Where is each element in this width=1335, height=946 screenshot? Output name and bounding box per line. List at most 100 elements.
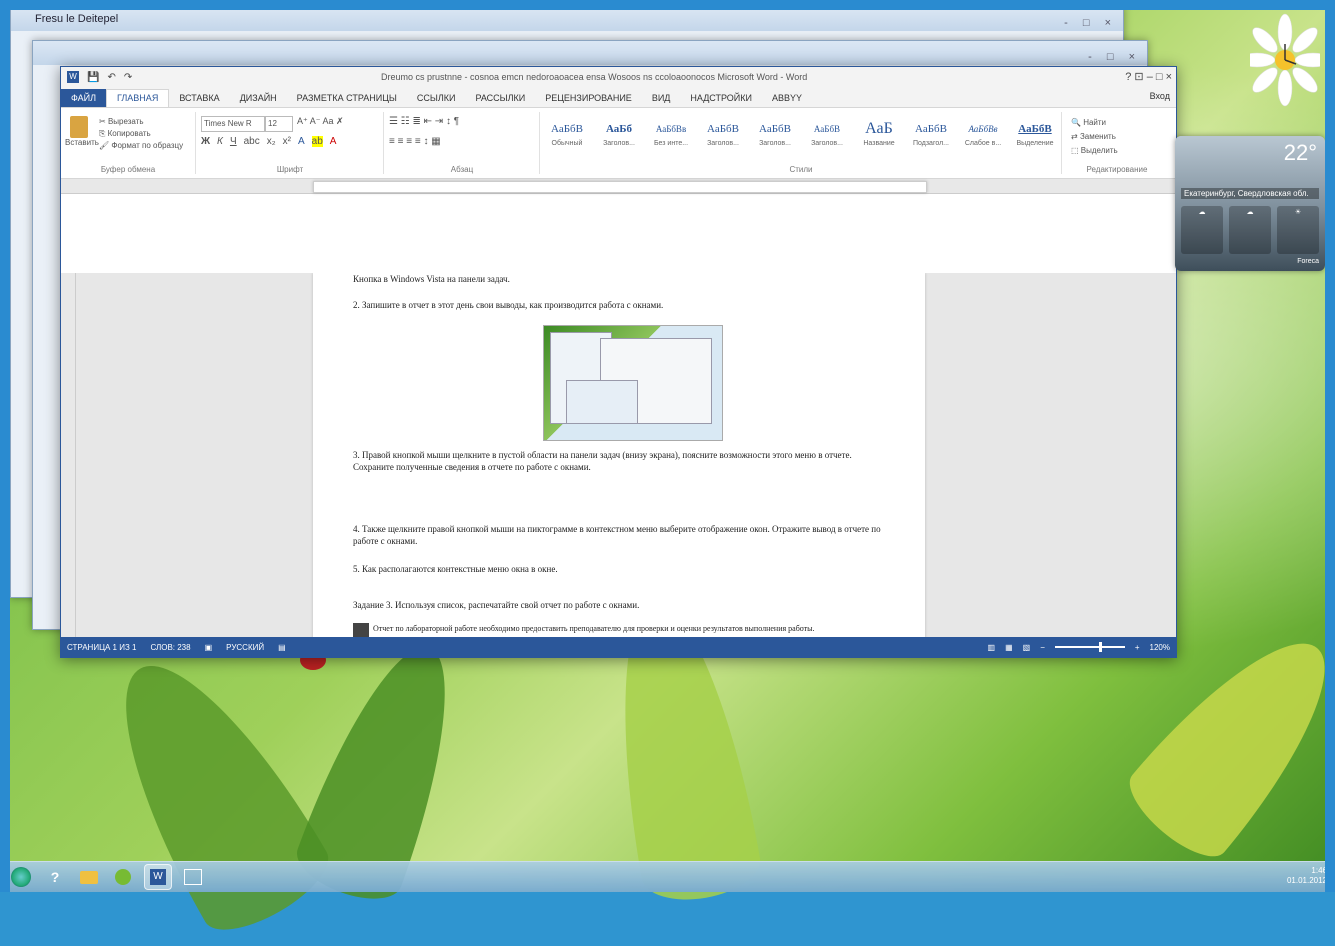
clock-gadget[interactable] (1238, 12, 1332, 108)
word-titlebar[interactable]: W 💾 ↶ ↷ Dreumo cs prustnne - cosnoa emcn… (61, 67, 1176, 89)
word-window[interactable]: W 💾 ↶ ↷ Dreumo cs prustnne - cosnoa emcn… (60, 66, 1177, 658)
tab-home[interactable]: ГЛАВНАЯ (106, 89, 170, 107)
daisy-clock-icon (1238, 13, 1332, 107)
italic-button[interactable]: К (217, 136, 223, 147)
word-icon: W (150, 869, 166, 885)
styles-group-label: Стили (789, 165, 813, 174)
tab-view[interactable]: ВИД (642, 89, 681, 107)
taskbar-explorer[interactable] (76, 865, 102, 889)
replace-button[interactable]: ⇄ Заменить (1071, 130, 1118, 144)
highlight-button[interactable]: ab (311, 136, 323, 147)
tab-insert[interactable]: ВСТАВКА (169, 89, 229, 107)
paragraph-group-label: Абзац (450, 165, 474, 174)
styles-group: АаБбВ Обычный АаБб Заголов... АаБбВв Без ин… (541, 112, 1062, 174)
zoom-slider[interactable] (1054, 642, 1125, 652)
zoom-in-button[interactable]: + (1135, 643, 1140, 652)
style-item[interactable]: АаБбВв Слабое в... (959, 118, 1007, 147)
font-color-button[interactable]: A (330, 136, 337, 147)
document-area[interactable]: Кнопка в Windows Vista на панели задач. … (61, 273, 1176, 637)
taskbar-browser[interactable] (110, 865, 136, 889)
background-window-titlebar[interactable]: Fresu le Deitepel - □ × (11, 7, 1123, 31)
font-group-label: Шрифт (276, 165, 304, 174)
text-effects-button[interactable]: A (298, 136, 305, 147)
paragraph-group: ☰ ☷ ≣ ⇤ ⇥ ↕ ¶ ≡ ≡ ≡ ≡ ↕ ▦ Абзац (385, 112, 540, 174)
system-tray-clock[interactable]: 1:46 01.01.2012 (1287, 866, 1327, 886)
start-button[interactable] (8, 865, 34, 889)
books-icon (353, 623, 369, 637)
proofing-icon[interactable]: ▣ (205, 643, 213, 652)
print-layout-icon[interactable]: ▦ (1005, 643, 1013, 652)
tab-review[interactable]: РЕЦЕНЗИРОВАНИЕ (535, 89, 642, 107)
help-icon: ? (50, 869, 60, 885)
style-item[interactable]: АаБбВ Обычный (543, 118, 591, 147)
status-language[interactable]: РУССКИЙ (226, 643, 264, 652)
forecast-day: ☁ (1229, 206, 1271, 254)
style-item[interactable]: АаБбВв Без инте... (647, 118, 695, 147)
redo-icon[interactable]: ↷ (124, 72, 132, 83)
forecast-day: ☁ (1181, 206, 1223, 254)
tab-layout[interactable]: РАЗМЕТКА СТРАНИЦЫ (287, 89, 407, 107)
alignment-buttons[interactable]: ≡ ≡ ≡ ≡ ↕ ▦ (389, 136, 441, 147)
status-words[interactable]: СЛОВ: 238 (150, 643, 190, 652)
editing-group: 🔍 Найти ⇄ Заменить ⬚ Выделить Редактиров… (1065, 112, 1169, 174)
wallpaper-leaf (79, 633, 341, 946)
macro-icon[interactable]: ▤ (278, 643, 286, 652)
word-window-controls[interactable]: ? ⊡ – □ × (1125, 70, 1172, 83)
embedded-screenshot-image[interactable] (543, 325, 723, 441)
clipboard-group-label: Буфер обмена (100, 165, 156, 174)
strikethrough-button[interactable]: abc (244, 136, 260, 147)
cut-button[interactable]: ✂ Вырезать (99, 116, 183, 128)
taskbar-word[interactable]: W (144, 864, 172, 890)
taskbar-app[interactable] (180, 865, 206, 889)
style-item[interactable]: АаБбВ Подзагол... (907, 118, 955, 147)
copy-button[interactable]: ⎘ Копировать (99, 128, 183, 140)
tab-addins[interactable]: НАДСТРОЙКИ (680, 89, 762, 107)
horizontal-ruler[interactable] (61, 179, 1176, 194)
read-mode-icon[interactable]: ▥ (988, 643, 996, 652)
find-button[interactable]: 🔍 Найти (1071, 116, 1118, 130)
zoom-out-button[interactable]: − (1040, 643, 1045, 652)
window-icon (184, 869, 202, 885)
save-icon[interactable]: 💾 (87, 72, 99, 83)
sign-in-link[interactable]: Вход (1150, 91, 1170, 101)
doc-task-3: Задание 3. Используя список, распечатайт… (353, 600, 640, 610)
tray-date: 01.01.2012 (1286, 876, 1327, 885)
status-page[interactable]: СТРАНИЦА 1 ИЗ 1 (67, 643, 136, 652)
select-button[interactable]: ⬚ Выделить (1071, 144, 1118, 158)
ribbon: Вставить ✂ Вырезать ⎘ Копировать 🖌 Форма… (61, 108, 1176, 179)
weather-forecast: ☁ ☁ ☀ (1181, 206, 1319, 254)
bold-button[interactable]: Ж (201, 136, 210, 147)
weather-gadget[interactable]: 22° Екатеринбург, Свердловская обл. ☁ ☁ … (1175, 136, 1325, 271)
taskbar-help[interactable]: ? (42, 865, 68, 889)
weather-source-link[interactable]: Foreca (1297, 258, 1319, 265)
tab-abbyy[interactable]: ABBYY (762, 89, 812, 107)
background-window-2-titlebar[interactable]: - □ × (33, 41, 1147, 65)
style-item[interactable]: АаБбВ Заголов... (751, 118, 799, 147)
style-item[interactable]: АаБбВ Заголов... (699, 118, 747, 147)
underline-button[interactable]: Ч (230, 136, 237, 147)
vertical-ruler[interactable] (61, 273, 76, 637)
clipboard-icon (70, 116, 88, 138)
paste-button[interactable]: Вставить (65, 116, 99, 147)
font-size-select[interactable]: 12 (265, 116, 293, 132)
style-item[interactable]: АаБб Заголов... (595, 118, 643, 147)
window-controls[interactable]: - □ × (1064, 11, 1117, 35)
list-buttons[interactable]: ☰ ☷ ≣ ⇤ ⇥ ↕ ¶ (389, 116, 459, 127)
web-layout-icon[interactable]: ▧ (1023, 643, 1031, 652)
tab-references[interactable]: ССЫЛКИ (407, 89, 466, 107)
style-item[interactable]: АаБбВ Заголов... (803, 118, 851, 147)
subscript-button[interactable]: x₂ (267, 136, 276, 147)
tab-file[interactable]: ФАЙЛ (61, 89, 107, 107)
grow-shrink-font-buttons[interactable]: A⁺ A⁻ Aa ✗ (297, 116, 344, 127)
document-page[interactable]: Кнопка в Windows Vista на панели задач. … (313, 273, 925, 637)
style-item[interactable]: АаБ Название (855, 118, 903, 147)
font-name-select[interactable]: Times New R (201, 116, 265, 132)
format-painter-button[interactable]: 🖌 Формат по образцу (99, 140, 183, 152)
tab-design[interactable]: ДИЗАЙН (230, 89, 287, 107)
quick-access-toolbar: W 💾 ↶ ↷ (67, 71, 132, 83)
style-item[interactable]: АаБбВ Выделение (1011, 118, 1059, 147)
tab-mailings[interactable]: РАССЫЛКИ (465, 89, 535, 107)
superscript-button[interactable]: x² (283, 136, 291, 147)
zoom-level[interactable]: 120% (1150, 643, 1170, 652)
undo-icon[interactable]: ↶ (107, 72, 115, 83)
